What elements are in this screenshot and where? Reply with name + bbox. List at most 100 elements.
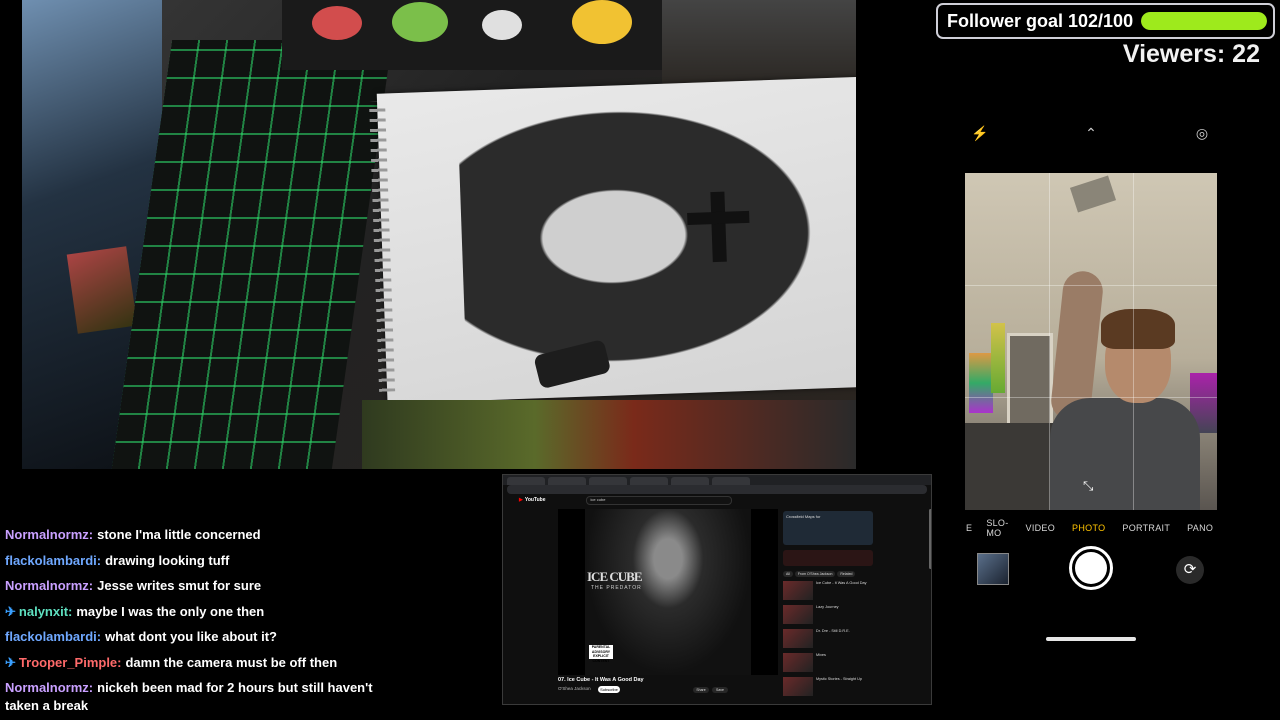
shutter-button[interactable]: [1069, 546, 1113, 590]
recommendation-thumbnail[interactable]: [783, 677, 813, 696]
shared-browser-window: YouTube ice cube ICE CUBE THE PREDATOR P…: [502, 474, 932, 705]
recommendation-item[interactable]: Ice Cube - It Was A Good Day: [783, 581, 873, 602]
door: [1007, 333, 1053, 429]
cross-drawing: [710, 191, 727, 263]
browser-tab[interactable]: [712, 477, 750, 485]
sidebar-ad[interactable]: Crossfield Maps for: [783, 511, 873, 545]
chat-text: maybe I was the only one then: [76, 603, 265, 619]
recommendation-item[interactable]: Mystic Stories - Straight Up: [783, 677, 873, 698]
chat-username[interactable]: Trooper_Pimple:: [19, 655, 122, 670]
recommendation-chips: All From O'Shea Jackson Related: [783, 571, 856, 577]
camera-mode-pano[interactable]: PANO: [1187, 523, 1213, 533]
follower-goal-bar: [1141, 12, 1267, 30]
chat-message: Normalnormz: nickeh been mad for 2 hours …: [5, 675, 405, 715]
chat-username[interactable]: flackolambardi:: [5, 629, 101, 644]
recommendation-title[interactable]: Lazy Journey: [816, 605, 839, 626]
camera-mode-video[interactable]: VIDEO: [1026, 523, 1056, 533]
viewer-count: Viewers: 22: [1122, 40, 1260, 68]
recommendation-thumbnail[interactable]: [783, 605, 813, 624]
follower-goal-widget: Follower goal 102/100: [936, 3, 1275, 39]
scrollbar[interactable]: [929, 509, 931, 569]
chat-text: drawing looking tuff: [105, 552, 230, 568]
streamer-hair: [1101, 309, 1175, 349]
camera-mode-selector[interactable]: E SLO-MO VIDEO PHOTO PORTRAIT PANO: [966, 518, 1216, 538]
sketchbook-drawing: [369, 76, 856, 404]
browser-tab[interactable]: [548, 477, 586, 485]
recommendation-item[interactable]: Lazy Journey: [783, 605, 873, 626]
youtube-search-input[interactable]: ice cube: [585, 495, 732, 505]
browser-tab[interactable]: [671, 477, 709, 485]
chat-text: stone I'ma little concerned: [97, 527, 261, 542]
recommendation-thumbnail[interactable]: [783, 629, 813, 648]
recommendation-title[interactable]: Dr. Dre - Still D.R.E.: [816, 629, 850, 650]
video-actions: Share Save: [693, 687, 728, 693]
browser-tab[interactable]: [507, 477, 545, 485]
sticker-wall: [282, 0, 662, 70]
streamer-body: [1050, 398, 1200, 510]
parental-advisory-label: PARENTAL ADVISORY EXPLICIT CONTENT: [589, 645, 613, 663]
ceiling-vent: [1069, 175, 1117, 213]
desk-background: [662, 0, 856, 90]
stream-chat: Normalnormz: stone I'ma little concerned f…: [5, 522, 500, 715]
home-indicator[interactable]: [1046, 637, 1136, 641]
browser-url-bar[interactable]: [507, 485, 927, 494]
recommendation-thumbnail[interactable]: [783, 581, 813, 600]
share-button[interactable]: Share: [693, 687, 709, 693]
expand-icon[interactable]: ⤡: [1083, 478, 1093, 494]
chat-username[interactable]: nalynxit:: [19, 604, 72, 619]
browser-tab-bar[interactable]: [503, 475, 931, 485]
recommendation-title[interactable]: Mixes: [816, 653, 826, 674]
chat-text: Jesse writes smut for sure: [97, 578, 262, 593]
youtube-logo[interactable]: YouTube: [519, 497, 546, 503]
recommendation-thumbnail[interactable]: [783, 653, 813, 672]
desk-webcam-feed: [22, 0, 856, 469]
gallery-thumbnail[interactable]: [977, 553, 1009, 585]
album-subtitle: THE PREDATOR: [591, 585, 642, 591]
chat-username[interactable]: Normalnormz:: [5, 578, 93, 593]
sidebar-ad-title: Crossfield Maps for: [786, 514, 821, 519]
recommendation-list: Ice Cube - It Was A Good Day Lazy Journey…: [783, 581, 873, 701]
chat-username[interactable]: Normalnormz:: [5, 527, 93, 542]
chat-text: what dont you like about it?: [105, 629, 277, 644]
chat-badge-icon: ✈: [5, 654, 16, 670]
subscribe-button[interactable]: Subscribe: [598, 686, 620, 693]
browser-tab[interactable]: [589, 477, 627, 485]
video-title: 07. Ice Cube - It Was A Good Day: [558, 677, 644, 683]
recommendation-item[interactable]: Dr. Dre - Still D.R.E.: [783, 629, 873, 650]
camera-mode-photo[interactable]: PHOTO: [1072, 523, 1105, 533]
video-player[interactable]: ICE CUBE THE PREDATOR PARENTAL ADVISORY …: [558, 509, 778, 675]
laptop-video-thumbnail: [66, 246, 138, 334]
camera-mode-portrait[interactable]: PORTRAIT: [1122, 523, 1170, 533]
channel-name[interactable]: O'Shea Jackson: [558, 686, 591, 691]
album-title: ICE CUBE: [587, 569, 642, 584]
wall-poster: [969, 353, 993, 413]
chat-text: damn the camera must be off then: [125, 654, 338, 670]
chat-message: flackolambardi: drawing looking tuff: [5, 548, 500, 574]
chevron-up-icon[interactable]: ⌃: [1082, 124, 1100, 142]
chat-message: Normalnormz: stone I'ma little concerned: [5, 522, 500, 548]
recommendation-item[interactable]: Mixes: [783, 653, 873, 674]
camera-mode-partial[interactable]: E: [966, 523, 972, 533]
camera-flip-icon[interactable]: ⟳: [1176, 556, 1204, 584]
wall-poster: [991, 323, 1005, 393]
recommendation-title[interactable]: Mystic Stories - Straight Up: [816, 677, 862, 698]
browser-tab[interactable]: [630, 477, 668, 485]
chat-badge-icon: ✈: [5, 603, 16, 619]
album-cover: ICE CUBE THE PREDATOR PARENTAL ADVISORY …: [585, 509, 751, 675]
sidebar-banner[interactable]: [783, 550, 873, 566]
youtube-header: YouTube ice cube: [503, 494, 931, 506]
camera-preview[interactable]: ⤡: [965, 173, 1217, 510]
camera-mode-slo-mo[interactable]: SLO-MO: [986, 518, 1008, 538]
follower-goal-fill: [1141, 12, 1267, 30]
recommendation-title[interactable]: Ice Cube - It Was A Good Day: [816, 581, 867, 602]
chip-all[interactable]: All: [783, 571, 793, 577]
chip-related[interactable]: Related: [837, 571, 856, 577]
save-button[interactable]: Save: [712, 687, 728, 693]
live-photo-off-icon[interactable]: ◎: [1193, 124, 1211, 142]
follower-goal-text: Follower goal 102/100: [947, 10, 1134, 31]
flash-off-icon[interactable]: ⚡: [971, 124, 989, 142]
chip-from-channel[interactable]: From O'Shea Jackson: [794, 571, 836, 577]
chat-username[interactable]: Normalnormz:: [5, 680, 93, 695]
chat-username[interactable]: flackolambardi:: [5, 553, 101, 568]
hooded-figure-drawing: [456, 83, 847, 387]
